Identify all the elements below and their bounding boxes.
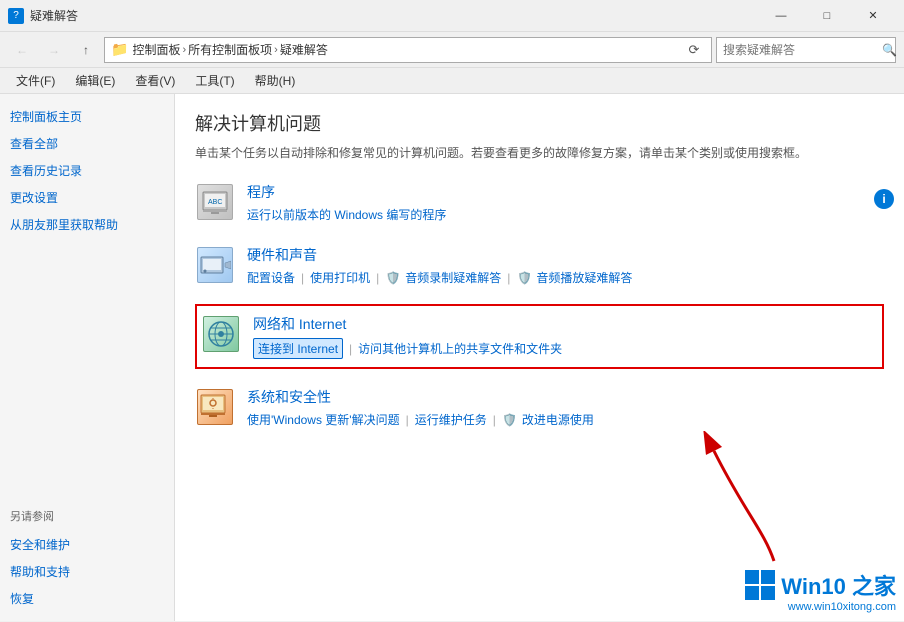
- highlighted-network-section: 网络和 Internet 连接到 Internet | 访问其他计算机上的共享文…: [195, 304, 884, 369]
- menu-help[interactable]: 帮助(H): [247, 70, 304, 91]
- svg-text:ABC: ABC: [208, 199, 222, 206]
- watermark-title: Win10 之家: [781, 569, 896, 601]
- system-links: 使用'Windows 更新'解决问题 | 运行维护任务 | 🛡️ 改进电源使用: [247, 411, 594, 428]
- program-content: 程序 运行以前版本的 Windows 编写的程序: [247, 182, 446, 223]
- hardware-title[interactable]: 硬件和声音: [247, 245, 632, 265]
- sidebar-link-viewall[interactable]: 查看全部: [10, 133, 164, 154]
- refresh-button[interactable]: ⟳: [683, 39, 705, 61]
- sidebar: 控制面板主页 查看全部 查看历史记录 更改设置 从朋友那里获取帮助 另请参阅 安…: [0, 94, 175, 621]
- network-icon: [201, 314, 241, 354]
- app-icon: ?: [8, 8, 24, 24]
- hardware-link-3[interactable]: 音频录制疑难解答: [405, 269, 501, 286]
- sidebar-also-security[interactable]: 安全和维护: [10, 534, 164, 555]
- info-badge: i: [874, 189, 894, 209]
- hardware-links: 配置设备 | 使用打印机 | 🛡️ 音频录制疑难解答 | 🛡️ 音频播放疑难解答: [247, 269, 632, 286]
- back-button[interactable]: ←: [8, 36, 36, 64]
- hardware-link-2[interactable]: 使用打印机: [310, 269, 370, 286]
- sidebar-link-home[interactable]: 控制面板主页: [10, 106, 164, 127]
- sidebar-link-friend[interactable]: 从朋友那里获取帮助: [10, 214, 164, 235]
- breadcrumb-part-1: 控制面板: [132, 41, 180, 58]
- category-network: 网络和 Internet 连接到 Internet | 访问其他计算机上的共享文…: [201, 310, 878, 363]
- network-link-1[interactable]: 连接到 Internet: [253, 338, 343, 359]
- minimize-button[interactable]: —: [758, 0, 804, 32]
- system-link-2[interactable]: 运行维护任务: [415, 411, 487, 428]
- red-arrow: [684, 431, 804, 571]
- sidebar-also-restore[interactable]: 恢复: [10, 588, 164, 609]
- menu-edit[interactable]: 编辑(E): [67, 70, 123, 91]
- sidebar-link-history[interactable]: 查看历史记录: [10, 160, 164, 181]
- titlebar: ? 疑难解答 — □ ✕: [0, 0, 904, 32]
- system-title[interactable]: 系统和安全性: [247, 387, 594, 407]
- network-content: 网络和 Internet 连接到 Internet | 访问其他计算机上的共享文…: [253, 314, 562, 359]
- network-title[interactable]: 网络和 Internet: [253, 314, 562, 334]
- program-icon: ABC: [195, 182, 235, 222]
- watermark: Win10 之家 www.win10xitong.com: [745, 569, 896, 613]
- folder-icon: 📁: [111, 41, 128, 58]
- menu-file[interactable]: 文件(F): [8, 70, 63, 91]
- up-button[interactable]: ↑: [72, 36, 100, 64]
- system-link-3[interactable]: 改进电源使用: [522, 411, 594, 428]
- shield-icon-3: 🛡️: [502, 412, 518, 428]
- hardware-link-4[interactable]: 音频播放疑难解答: [536, 269, 632, 286]
- watermark-site: www.win10xitong.com: [788, 601, 896, 613]
- shield-icon-2: 🛡️: [516, 270, 532, 286]
- network-link-2[interactable]: 访问其他计算机上的共享文件和文件夹: [358, 340, 562, 357]
- system-icon: [195, 387, 235, 427]
- program-title[interactable]: 程序: [247, 182, 446, 202]
- menu-tools[interactable]: 工具(T): [187, 70, 242, 91]
- category-hardware: 硬件和声音 配置设备 | 使用打印机 | 🛡️ 音频录制疑难解答 | 🛡️ 音频…: [195, 241, 884, 290]
- breadcrumb-part-2: 所有控制面板项: [188, 41, 272, 58]
- titlebar-title: 疑难解答: [30, 7, 758, 24]
- maximize-button[interactable]: □: [804, 0, 850, 32]
- search-bar[interactable]: 🔍: [716, 37, 896, 63]
- hardware-content: 硬件和声音 配置设备 | 使用打印机 | 🛡️ 音频录制疑难解答 | 🛡️ 音频…: [247, 245, 632, 286]
- forward-button[interactable]: →: [40, 36, 68, 64]
- breadcrumb-part-3: 疑难解答: [280, 41, 328, 58]
- network-links: 连接到 Internet | 访问其他计算机上的共享文件和文件夹: [253, 338, 562, 359]
- hardware-icon: [195, 245, 235, 285]
- category-system: 系统和安全性 使用'Windows 更新'解决问题 | 运行维护任务 | 🛡️ …: [195, 383, 884, 432]
- menubar: 文件(F) 编辑(E) 查看(V) 工具(T) 帮助(H): [0, 68, 904, 94]
- program-links: 运行以前版本的 Windows 编写的程序: [247, 206, 446, 223]
- search-input[interactable]: [723, 43, 878, 57]
- page-description: 单击某个任务以自动排除和修复常见的计算机问题。若要查看更多的故障修复方案，请单击…: [195, 144, 884, 162]
- content-area: i 解决计算机问题 单击某个任务以自动排除和修复常见的计算机问题。若要查看更多的…: [175, 94, 904, 621]
- titlebar-buttons: — □ ✕: [758, 0, 896, 32]
- breadcrumb: 控制面板 › 所有控制面板项 › 疑难解答: [132, 41, 679, 58]
- close-button[interactable]: ✕: [850, 0, 896, 32]
- shield-icon-1: 🛡️: [385, 270, 401, 286]
- system-link-1[interactable]: 使用'Windows 更新'解决问题: [247, 411, 400, 428]
- sidebar-also-help[interactable]: 帮助和支持: [10, 561, 164, 582]
- program-link-1[interactable]: 运行以前版本的 Windows 编写的程序: [247, 206, 446, 223]
- sidebar-also-title: 另请参阅: [10, 508, 164, 524]
- menu-view[interactable]: 查看(V): [127, 70, 183, 91]
- address-bar[interactable]: 📁 控制面板 › 所有控制面板项 › 疑难解答 ⟳: [104, 37, 712, 63]
- search-icon[interactable]: 🔍: [882, 43, 897, 57]
- hardware-link-1[interactable]: 配置设备: [247, 269, 295, 286]
- system-content: 系统和安全性 使用'Windows 更新'解决问题 | 运行维护任务 | 🛡️ …: [247, 387, 594, 428]
- sidebar-link-settings[interactable]: 更改设置: [10, 187, 164, 208]
- win-logo: [745, 570, 775, 600]
- category-program: ABC 程序 运行以前版本的 Windows 编写的程序: [195, 178, 884, 227]
- navbar: ← → ↑ 📁 控制面板 › 所有控制面板项 › 疑难解答 ⟳ 🔍: [0, 32, 904, 68]
- page-title: 解决计算机问题: [195, 110, 884, 136]
- main-layout: 控制面板主页 查看全部 查看历史记录 更改设置 从朋友那里获取帮助 另请参阅 安…: [0, 94, 904, 621]
